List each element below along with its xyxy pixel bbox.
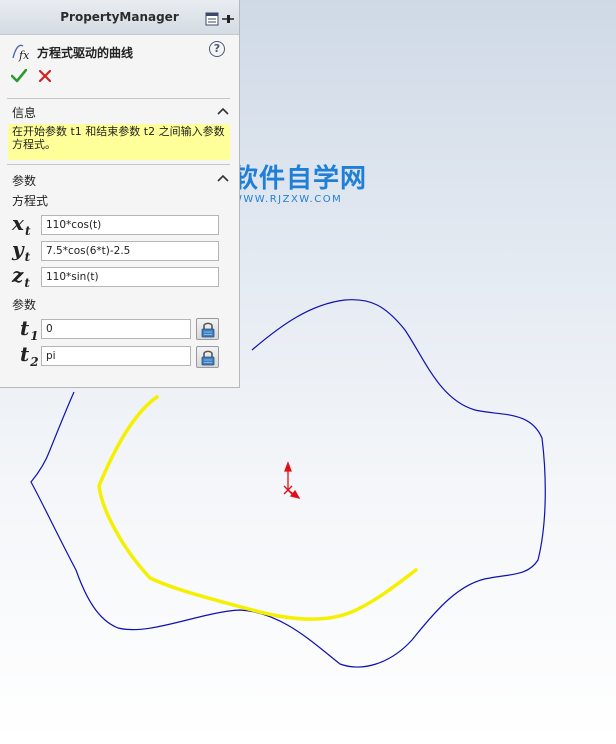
feature-title: 方程式驱动的曲线 <box>37 46 134 60</box>
preview-curve[interactable] <box>97 395 418 621</box>
watermark-url: WWW.RJZXW.COM <box>232 194 343 205</box>
params-section-label: 参数 <box>12 174 37 188</box>
help-icon[interactable]: ? <box>209 41 225 57</box>
equation-y-label: yt <box>12 237 31 264</box>
equation-y-input[interactable]: 7.5*cos(6*t)-2.5 <box>41 241 219 261</box>
lock-icon <box>201 350 215 366</box>
equation-z-input[interactable]: 110*sin(t) <box>41 267 219 287</box>
info-message: 在开始参数 t1 和结束参数 t2 之间输入参数方程式。 <box>8 124 230 160</box>
pin-panel-icon[interactable] <box>205 12 235 26</box>
collapse-chevron-icon[interactable] <box>217 107 229 115</box>
lock-t1-button[interactable] <box>196 318 219 340</box>
property-manager-panel: PropertyManager fx 方程式驱动的曲线 ? 信息 在开始参数 t… <box>0 0 240 388</box>
property-manager-header: PropertyManager <box>0 0 239 35</box>
equation-z-label: zt <box>12 263 30 290</box>
origin-marker-icon <box>283 461 301 500</box>
ok-checkmark-icon[interactable] <box>11 69 27 83</box>
equations-label: 方程式 <box>12 194 49 208</box>
equation-x-label: xt <box>12 211 31 238</box>
parameter-t2-input[interactable]: pi <box>41 346 191 366</box>
watermark-title: 软件自学网 <box>232 164 368 194</box>
lock-icon <box>201 322 215 338</box>
equation-curve-icon: fx <box>12 44 30 62</box>
property-manager-title: PropertyManager <box>60 10 179 24</box>
collapse-chevron-icon[interactable] <box>217 174 229 182</box>
watermark: 软件自学网 WWW.RJZXW.COM <box>232 164 382 206</box>
parameters-label: 参数 <box>12 298 37 312</box>
parameter-t1-label: t1 <box>20 316 39 343</box>
parameter-t1-input[interactable]: 0 <box>41 319 191 339</box>
lock-t2-button[interactable] <box>196 346 219 368</box>
section-divider <box>7 98 230 99</box>
cancel-close-icon[interactable] <box>39 70 51 82</box>
section-divider <box>7 164 230 165</box>
parameter-t2-label: t2 <box>20 342 39 369</box>
svg-text:fx: fx <box>18 49 30 62</box>
equation-x-input[interactable]: 110*cos(t) <box>41 215 219 235</box>
info-section-label: 信息 <box>12 106 37 120</box>
